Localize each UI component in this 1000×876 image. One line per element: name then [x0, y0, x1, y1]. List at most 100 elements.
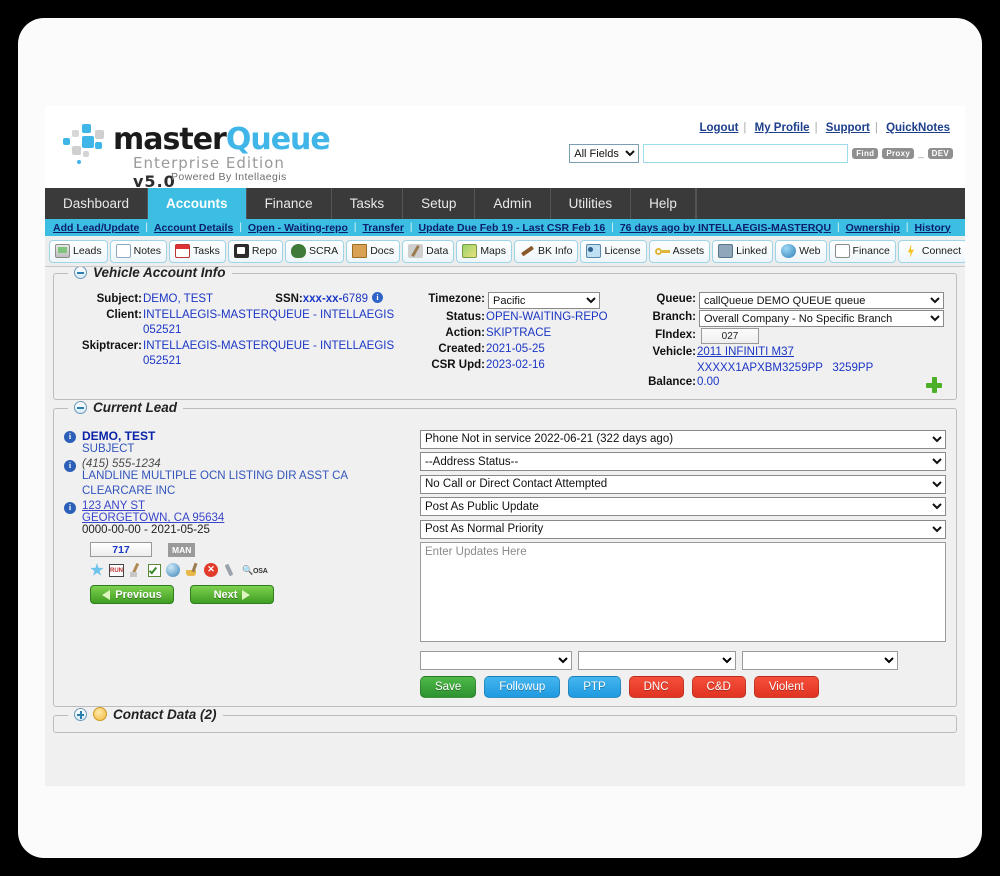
lead-update-form: Phone Not in service 2022-06-21 (322 day…: [414, 429, 946, 698]
toolbar-button-web[interactable]: Web: [775, 239, 827, 263]
tab-tasks[interactable]: Tasks: [331, 188, 404, 219]
post-visibility-select[interactable]: Post As Public Update: [420, 497, 946, 516]
contact-attempt-select[interactable]: No Call or Direct Contact Attempted: [420, 474, 946, 494]
subnav-ownership[interactable]: Ownership: [846, 222, 900, 234]
logo-wordmark: masterQueue: [113, 122, 331, 157]
findex-value[interactable]: 027: [701, 328, 759, 344]
branch-select[interactable]: Overall Company - No Specific Branch: [699, 310, 944, 327]
toolbar-label: Repo: [251, 245, 277, 257]
subnav-transfer[interactable]: Transfer: [362, 222, 403, 234]
shovel-icon: [408, 244, 424, 258]
bottom-select-3[interactable]: [742, 650, 898, 670]
my-profile-link[interactable]: My Profile: [755, 122, 810, 134]
skiptracer-value-2: 052521: [143, 355, 182, 367]
toolbar-button-notes[interactable]: Notes: [109, 239, 168, 263]
globe-icon[interactable]: [166, 563, 180, 577]
violent-button[interactable]: Violent: [753, 675, 819, 698]
subnav-update-due[interactable]: Update Due Feb 19 - Last CSR Feb 16: [419, 222, 606, 234]
timezone-select[interactable]: Pacific: [488, 292, 600, 309]
subnav-history[interactable]: History: [915, 222, 951, 234]
ptp-button[interactable]: PTP: [568, 675, 621, 698]
address-status-select[interactable]: --Address Status--: [420, 452, 946, 471]
lead-address-row: i 123 ANY ST GEORGETOWN, CA 95634 0000-0…: [64, 500, 414, 536]
toolbar-button-repo[interactable]: Repo: [227, 239, 283, 263]
contact-data-title: Contact Data (2): [68, 706, 223, 722]
cd-button[interactable]: C&D: [691, 675, 746, 698]
toolbar-button-bk-info[interactable]: BK Info: [514, 239, 579, 263]
subnav-last-updated-by[interactable]: 76 days ago by INTELLAEGIS-MASTERQU: [620, 222, 831, 234]
subnav-account-details[interactable]: Account Details: [154, 222, 233, 234]
arrow-right-icon: [242, 589, 251, 600]
wrench-icon[interactable]: [223, 563, 237, 577]
toolbar-button-scra[interactable]: SCRA: [285, 239, 345, 263]
tab-admin[interactable]: Admin: [475, 188, 551, 219]
dev-button[interactable]: DEV: [927, 148, 953, 159]
delete-icon[interactable]: ✕: [204, 563, 218, 577]
add-record-plus-icon[interactable]: [926, 377, 942, 393]
toolbar-button-assets[interactable]: Assets: [648, 239, 711, 263]
branch-row: Branch: Overall Company - No Specific Br…: [644, 310, 946, 327]
repo-flag-icon: [233, 244, 249, 258]
find-button[interactable]: Find: [852, 148, 879, 159]
osa-search-icon[interactable]: 🔍OSA: [242, 565, 268, 576]
tab-accounts[interactable]: Accounts: [148, 188, 247, 219]
proxy-button[interactable]: Proxy: [882, 148, 915, 159]
search-scope-select[interactable]: All Fields: [569, 144, 640, 163]
bottom-select-2[interactable]: [578, 650, 736, 670]
star-icon[interactable]: [90, 563, 104, 576]
undo-icon[interactable]: [93, 707, 107, 721]
lead-date-range: 0000-00-00 - 2021-05-25: [82, 524, 210, 536]
toolbar-button-leads[interactable]: Leads: [49, 239, 108, 263]
previous-button[interactable]: Previous: [90, 585, 174, 604]
tab-dashboard[interactable]: Dashboard: [45, 188, 149, 219]
toolbar-button-finance[interactable]: Finance: [828, 239, 896, 263]
info-icon[interactable]: i: [64, 502, 76, 514]
post-priority-select[interactable]: Post As Normal Priority: [420, 519, 946, 539]
toolbar-button-docs[interactable]: Docs: [346, 239, 401, 263]
phone-status-select[interactable]: Phone Not in service 2022-06-21 (322 day…: [420, 429, 946, 449]
run-icon[interactable]: RUN: [109, 563, 124, 577]
tab-help[interactable]: Help: [631, 188, 696, 219]
tab-setup[interactable]: Setup: [403, 188, 476, 219]
toolbar-button-tasks[interactable]: Tasks: [169, 239, 226, 263]
expand-plus-icon[interactable]: [74, 707, 87, 721]
toolbar-label: Docs: [370, 245, 395, 257]
info-icon[interactable]: i: [64, 431, 76, 443]
broom-icon[interactable]: [185, 562, 199, 577]
tab-finance[interactable]: Finance: [246, 188, 332, 219]
subnav-open-waiting-repo[interactable]: Open - Waiting-repo: [248, 222, 348, 234]
shovel-icon[interactable]: [129, 562, 143, 577]
checklist-icon[interactable]: [148, 563, 161, 577]
collapse-minus-icon[interactable]: [74, 401, 87, 414]
lead-address-line2[interactable]: GEORGETOWN, CA 95634: [82, 512, 224, 524]
logout-link[interactable]: Logout: [699, 122, 738, 134]
tab-utilities[interactable]: Utilities: [550, 188, 632, 219]
toolbar-button-data[interactable]: Data: [402, 239, 455, 263]
save-button[interactable]: Save: [420, 675, 477, 698]
bottom-select-1[interactable]: [420, 650, 572, 670]
info-icon[interactable]: i: [64, 460, 76, 472]
vehicle-link[interactable]: 2011 INFINITI M37: [696, 345, 794, 360]
account-info-col-right: Queue: callQueue DEMO QUEUE queue Branch…: [644, 292, 946, 393]
ssn-info-icon[interactable]: i: [372, 292, 383, 303]
logo-queue-text: Queue: [225, 122, 331, 157]
quicknotes-link[interactable]: QuickNotes: [886, 122, 950, 134]
queue-select[interactable]: callQueue DEMO QUEUE queue: [699, 292, 944, 309]
toolbar-button-license[interactable]: License: [580, 239, 647, 263]
toolbar-button-connect[interactable]: Connect: [897, 239, 965, 263]
updates-textarea[interactable]: [420, 541, 946, 642]
credit-score-value[interactable]: 717: [90, 542, 152, 557]
dnc-button[interactable]: DNC: [628, 675, 684, 698]
lead-address-line1[interactable]: 123 ANY ST: [82, 500, 224, 512]
subnav-add-lead-update[interactable]: Add Lead/Update: [53, 222, 139, 234]
search-input[interactable]: [643, 144, 849, 163]
subnav-separator: |: [145, 222, 148, 233]
next-button[interactable]: Next: [190, 585, 274, 604]
toolbar-button-linked[interactable]: Linked: [712, 239, 774, 263]
followup-button[interactable]: Followup: [484, 675, 561, 698]
collapse-minus-icon[interactable]: [74, 267, 87, 279]
queue-label: Queue:: [656, 293, 696, 305]
toolbar-button-maps[interactable]: Maps: [456, 239, 512, 263]
skiptracer-value: INTELLAEGIS-MASTERQUEUE - INTELLAEGIS: [143, 340, 395, 352]
support-link[interactable]: Support: [826, 122, 870, 134]
